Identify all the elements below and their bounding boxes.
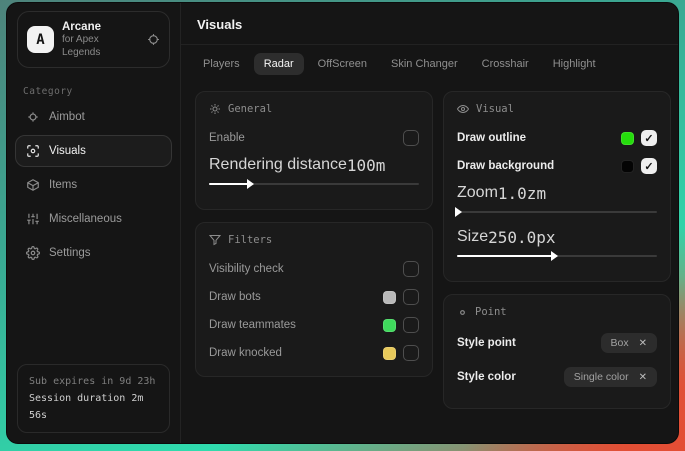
crosshair-icon <box>26 110 40 124</box>
enable-label: Enable <box>209 132 403 144</box>
draw-teammates-label: Draw teammates <box>209 319 383 331</box>
session-duration-text: Session duration 2m 56s <box>29 390 158 424</box>
main-header: Visuals <box>181 3 679 45</box>
visibility-check-label: Visibility check <box>209 263 403 275</box>
style-color-value: Single color <box>574 371 629 383</box>
point-panel: Point Style point Box ✕ Style color Sing… <box>443 294 671 409</box>
gear-sun-icon <box>209 103 221 115</box>
visual-panel: Visual Draw outline ✓ Draw background ✓ … <box>443 91 671 282</box>
sidebar-item-items[interactable]: Items <box>15 169 172 201</box>
app-name: Arcane <box>62 20 139 34</box>
zoom-value: 1.0zm <box>498 184 546 203</box>
rendering-distance-value: 100m <box>347 156 386 175</box>
sliders-icon <box>26 212 40 226</box>
draw-background-color-swatch[interactable] <box>621 160 634 173</box>
sidebar: A Arcane for Apex Legends Category Aimbo… <box>7 3 181 443</box>
draw-outline-color-swatch[interactable] <box>621 132 634 145</box>
app-subtitle: for Apex Legends <box>62 34 139 59</box>
slider-thumb[interactable] <box>455 207 462 217</box>
draw-teammates-color-swatch[interactable] <box>383 319 396 332</box>
sidebar-item-miscellaneous[interactable]: Miscellaneous <box>15 203 172 235</box>
draw-knocked-checkbox[interactable] <box>403 345 419 361</box>
sidebar-item-aimbot[interactable]: Aimbot <box>15 101 172 133</box>
enable-checkbox[interactable] <box>403 130 419 146</box>
draw-knocked-color-swatch[interactable] <box>383 347 396 360</box>
panel-title: Visual <box>476 103 514 115</box>
draw-knocked-label: Draw knocked <box>209 347 383 359</box>
general-panel: General Enable Rendering distance 100m <box>195 91 433 210</box>
style-point-select[interactable]: Box ✕ <box>601 333 657 353</box>
funnel-icon <box>209 234 221 246</box>
slider-thumb[interactable] <box>551 251 558 261</box>
session-info-card: Sub expires in 9d 23h Session duration 2… <box>17 364 170 433</box>
sub-expiry-text: Sub expires in 9d 23h <box>29 373 158 390</box>
category-label: Category <box>23 86 180 97</box>
app-logo: A <box>27 26 54 53</box>
tab-offscreen[interactable]: OffScreen <box>308 53 377 75</box>
zoom-slider[interactable] <box>457 206 657 218</box>
draw-background-checkbox[interactable]: ✓ <box>641 158 657 174</box>
draw-bots-color-swatch[interactable] <box>383 291 396 304</box>
panel-title: Point <box>475 306 507 318</box>
sidebar-item-label: Items <box>49 179 77 191</box>
panel-title: Filters <box>228 234 272 246</box>
page-title: Visuals <box>197 17 669 32</box>
tab-highlight[interactable]: Highlight <box>543 53 606 75</box>
eye-scan-icon <box>26 144 40 158</box>
slider-thumb[interactable] <box>247 179 254 189</box>
sidebar-item-label: Miscellaneous <box>49 213 122 225</box>
style-color-select[interactable]: Single color ✕ <box>564 367 657 387</box>
eye-icon <box>457 103 469 115</box>
style-point-label: Style point <box>457 337 601 349</box>
sidebar-item-label: Settings <box>49 247 91 259</box>
sidebar-item-label: Visuals <box>49 145 86 157</box>
brand-card: A Arcane for Apex Legends <box>17 11 170 68</box>
rendering-distance-slider[interactable] <box>209 178 419 190</box>
draw-background-label: Draw background <box>457 160 621 172</box>
sidebar-item-visuals[interactable]: Visuals <box>15 135 172 167</box>
sidebar-item-label: Aimbot <box>49 111 85 123</box>
size-value: 250.0px <box>488 228 555 247</box>
close-icon[interactable]: ✕ <box>639 338 647 349</box>
dot-icon <box>457 307 468 318</box>
size-slider[interactable] <box>457 250 657 262</box>
main-area: Visuals Players Radar OffScreen Skin Cha… <box>181 3 679 443</box>
content: General Enable Rendering distance 100m <box>181 79 679 421</box>
tab-radar[interactable]: Radar <box>254 53 304 75</box>
target-icon[interactable] <box>147 33 160 46</box>
tab-skin-changer[interactable]: Skin Changer <box>381 53 468 75</box>
tab-players[interactable]: Players <box>193 53 250 75</box>
style-point-value: Box <box>611 337 629 349</box>
gear-icon <box>26 246 40 260</box>
filters-panel: Filters Visibility check Draw bots Draw … <box>195 222 433 377</box>
sidebar-nav: Aimbot Visuals Items Miscellaneous <box>7 101 180 269</box>
draw-bots-checkbox[interactable] <box>403 289 419 305</box>
app-window: A Arcane for Apex Legends Category Aimbo… <box>6 2 679 444</box>
draw-outline-label: Draw outline <box>457 132 621 144</box>
size-label: Size <box>457 228 488 246</box>
panel-title: General <box>228 103 272 115</box>
sidebar-item-settings[interactable]: Settings <box>15 237 172 269</box>
draw-outline-checkbox[interactable]: ✓ <box>641 130 657 146</box>
close-icon[interactable]: ✕ <box>639 372 647 383</box>
style-color-label: Style color <box>457 371 564 383</box>
draw-bots-label: Draw bots <box>209 291 383 303</box>
package-icon <box>26 178 40 192</box>
visibility-check-checkbox[interactable] <box>403 261 419 277</box>
draw-teammates-checkbox[interactable] <box>403 317 419 333</box>
tab-crosshair[interactable]: Crosshair <box>472 53 539 75</box>
tab-bar: Players Radar OffScreen Skin Changer Cro… <box>181 45 679 79</box>
zoom-label: Zoom <box>457 184 498 202</box>
rendering-distance-label: Rendering distance <box>209 156 347 174</box>
